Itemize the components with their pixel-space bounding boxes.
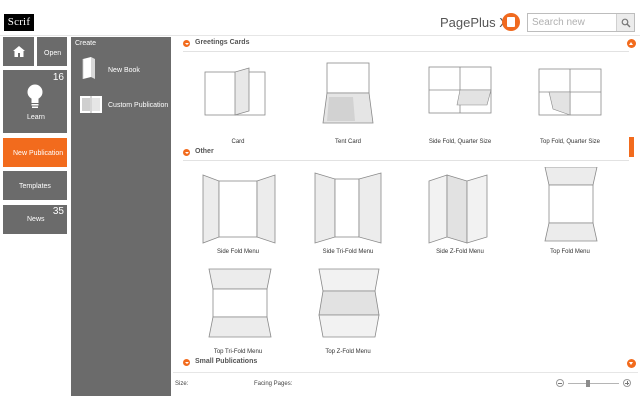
open-label: Open — [44, 50, 62, 57]
news-label: News — [27, 216, 45, 223]
template-side-tri-fold-menu[interactable]: Side Tri-Fold Menu — [293, 167, 403, 267]
side-tri-fold-menu-thumbnail — [314, 172, 382, 244]
side-fold-menu-thumbnail — [202, 174, 276, 244]
facing-pages-label: Facing Pages: — [254, 381, 293, 387]
open-button[interactable]: Open — [37, 37, 67, 66]
section-title: Small Publications — [195, 358, 258, 365]
zoom-slider-thumb[interactable] — [586, 380, 591, 387]
create-heading: Create — [75, 40, 97, 47]
zoom-out-icon[interactable] — [556, 379, 564, 387]
template-side-fold-menu[interactable]: Side Fold Menu — [183, 167, 293, 267]
collapse-arrow-icon[interactable] — [183, 40, 190, 47]
search-button[interactable] — [616, 14, 634, 31]
search-input[interactable] — [528, 14, 616, 31]
side-fold-quarter-thumbnail — [428, 66, 492, 114]
card-thumbnail — [204, 67, 266, 116]
options-footer: Size: Facing Pages: — [173, 372, 638, 396]
template-label: Side Fold Menu — [216, 249, 260, 255]
home-button[interactable] — [3, 37, 34, 66]
learn-label: Learn — [27, 114, 45, 121]
template-label: Top Tri-Fold Menu — [213, 349, 263, 355]
custom-publication-label: Custom Publication — [108, 102, 169, 109]
template-gallery: Greetings Cards Card Tent Card Side Fold… — [173, 37, 638, 370]
section-divider — [183, 51, 629, 52]
side-z-fold-menu-thumbnail — [428, 174, 488, 244]
tent-card-thumbnail — [322, 62, 374, 124]
learn-count: 16 — [52, 72, 64, 83]
template-label: Card — [231, 139, 245, 145]
template-top-tri-fold-menu[interactable]: Top Tri-Fold Menu — [183, 267, 293, 367]
template-label: Side Tri-Fold Menu — [322, 249, 374, 255]
create-panel: Create New Book Custom Publication — [71, 37, 171, 396]
template-label: Top Fold, Quarter Size — [539, 139, 601, 145]
scroll-thumb[interactable] — [629, 137, 634, 157]
template-label: Side Fold, Quarter Size — [428, 139, 492, 145]
publication-icon — [80, 96, 102, 113]
top-tri-fold-menu-thumbnail — [208, 268, 272, 338]
collapse-arrow-icon[interactable] — [183, 149, 190, 156]
gallery-scrollbar[interactable] — [627, 37, 636, 370]
template-tent-card[interactable]: Tent Card — [293, 57, 403, 157]
top-fold-menu-thumbnail — [544, 167, 598, 242]
app-menu-icon[interactable] — [502, 13, 520, 31]
app-header: Scrif PagePlus X8 — [0, 0, 640, 36]
learn-tile[interactable]: 16 Learn — [3, 70, 67, 133]
top-fold-quarter-thumbnail — [538, 68, 602, 116]
template-label: Top Z-Fold Menu — [325, 349, 371, 355]
template-side-fold-quarter[interactable]: Side Fold, Quarter Size — [405, 57, 515, 157]
section-divider — [183, 160, 629, 161]
templates-label: Templates — [19, 183, 51, 190]
template-label: Top Fold Menu — [550, 249, 590, 255]
new-book-button[interactable]: New Book — [71, 57, 171, 87]
scroll-down-icon[interactable] — [627, 359, 636, 368]
book-icon — [82, 57, 95, 79]
lightbulb-icon — [27, 84, 43, 108]
section-title: Greetings Cards — [195, 39, 250, 46]
news-count: 35 — [52, 206, 64, 217]
collapse-arrow-icon[interactable] — [183, 359, 190, 366]
new-publication-button[interactable]: New Publication — [3, 138, 67, 167]
template-label: Tent Card — [334, 139, 361, 145]
template-top-fold-quarter[interactable]: Top Fold, Quarter Size — [515, 57, 625, 157]
template-label: Side Z-Fold Menu — [436, 249, 484, 255]
template-card[interactable]: Card — [183, 57, 293, 157]
section-greeting-cards[interactable]: Greetings Cards — [183, 39, 629, 52]
template-top-z-fold-menu[interactable]: Top Z-Fold Menu — [293, 267, 403, 367]
zoom-slider[interactable] — [568, 383, 619, 384]
search-icon — [621, 18, 630, 27]
section-title: Other — [195, 148, 214, 155]
new-book-label: New Book — [108, 67, 140, 74]
home-icon — [12, 46, 25, 57]
search-box[interactable] — [527, 13, 635, 32]
templates-button[interactable]: Templates — [3, 171, 67, 200]
new-publication-label: New Publication — [13, 150, 64, 157]
section-small-publications[interactable]: Small Publications — [183, 358, 629, 368]
serif-logo: Scrif — [4, 14, 34, 31]
news-tile[interactable]: 35 News — [3, 205, 67, 234]
template-top-fold-menu[interactable]: Top Fold Menu — [515, 167, 625, 267]
section-other[interactable]: Other — [183, 148, 629, 161]
template-side-z-fold-menu[interactable]: Side Z-Fold Menu — [405, 167, 515, 267]
top-z-fold-menu-thumbnail — [318, 268, 380, 338]
size-label: Size: — [175, 381, 189, 387]
scroll-up-icon[interactable] — [627, 39, 636, 48]
zoom-in-icon[interactable] — [623, 379, 631, 387]
custom-publication-button[interactable]: Custom Publication — [71, 92, 171, 122]
